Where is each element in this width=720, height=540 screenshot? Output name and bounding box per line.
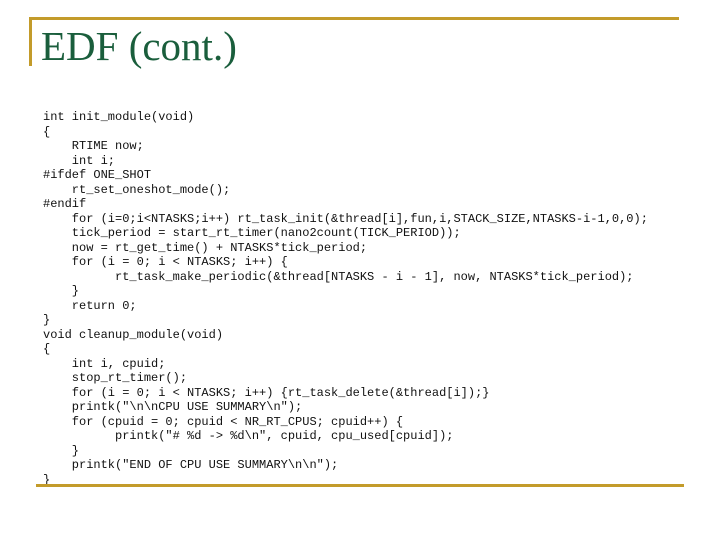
code-block: int init_module(void) { RTIME now; int i… xyxy=(43,110,648,487)
code-line: now = rt_get_time() + NTASKS*tick_period… xyxy=(43,240,368,255)
code-line: for (i=0;i<NTASKS;i++) rt_task_init(&thr… xyxy=(43,211,648,226)
code-line: printk("\n\nCPU USE SUMMARY\n"); xyxy=(43,400,303,414)
code-line: #ifdef ONE_SHOT xyxy=(43,168,152,182)
footer-rule xyxy=(36,484,684,487)
title-top-rule xyxy=(29,17,679,20)
code-line: { xyxy=(43,342,51,356)
code-line: tick_period = start_rt_timer(nano2count(… xyxy=(43,226,461,240)
code-line: void cleanup_module(void) xyxy=(43,327,224,342)
code-line: return 0; xyxy=(43,298,137,313)
code-line: stop_rt_timer(); xyxy=(43,371,188,385)
code-line: printk("END OF CPU USE SUMMARY\n\n"); xyxy=(43,458,339,472)
code-line: } xyxy=(43,443,80,458)
code-line: int init_module(void) xyxy=(43,110,195,124)
code-line: int i, cpuid; xyxy=(43,356,166,371)
code-line: for (i = 0; i < NTASKS; i++) {rt_task_de… xyxy=(43,385,490,400)
code-line: rt_task_make_periodic(&thread[NTASKS - i… xyxy=(43,269,634,284)
code-line: rt_set_oneshot_mode(); xyxy=(43,182,231,197)
code-line: int i; xyxy=(43,153,116,168)
code-line: for (cpuid = 0; cpuid < NR_RT_CPUS; cpui… xyxy=(43,414,404,429)
code-line: RTIME now; xyxy=(43,139,144,153)
code-line: #endif xyxy=(43,197,87,211)
code-line: } xyxy=(43,284,80,298)
title-left-rule xyxy=(29,17,32,66)
code-line: printk("# %d -> %d\n", cpuid, cpu_used[c… xyxy=(43,429,454,443)
code-line: { xyxy=(43,124,51,139)
code-line: for (i = 0; i < NTASKS; i++) { xyxy=(43,255,288,269)
code-line: } xyxy=(43,313,51,327)
slide-title: EDF (cont.) xyxy=(41,23,237,69)
